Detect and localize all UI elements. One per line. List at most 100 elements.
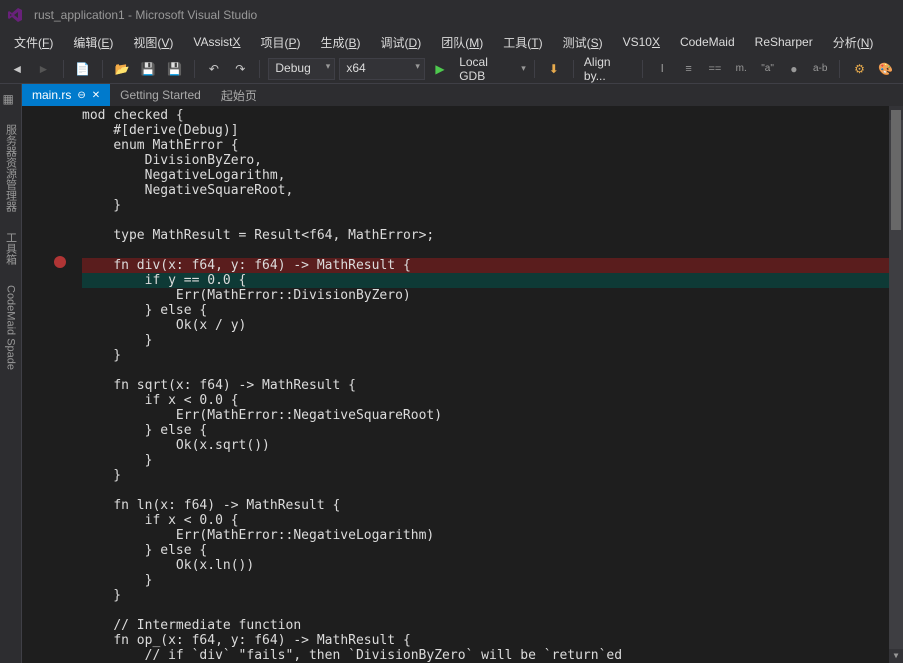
t3-icon[interactable]: == [704,57,726,81]
code-line[interactable]: fn sqrt(x: f64) -> MathResult { [82,378,903,393]
code-line[interactable]: if x < 0.0 { [82,393,903,408]
align-by-button[interactable]: Align by... [582,55,634,83]
code-line[interactable]: } [82,468,903,483]
menu-item-8[interactable]: 工具(T) [493,32,552,53]
t4-icon[interactable]: m. [730,57,752,81]
menu-item-10[interactable]: VS10X [613,33,670,51]
tab-1[interactable]: Getting Started [110,84,211,106]
code-line[interactable]: } [82,198,903,213]
code-line[interactable]: fn ln(x: f64) -> MathResult { [82,498,903,513]
nav-forward-button[interactable]: ► [32,57,54,81]
code-line[interactable]: DivisionByZero, [82,153,903,168]
code-line[interactable]: fn op_(x: f64, y: f64) -> MathResult { [82,633,903,648]
code-line[interactable]: if y == 0.0 { [82,273,903,288]
gutter[interactable] [22,106,72,663]
run-target-label[interactable]: Local GDB [455,55,517,83]
separator [63,60,64,78]
scroll-down-button[interactable]: ▼ [889,649,903,663]
t7-icon[interactable]: a-b [809,57,831,81]
tab-2[interactable]: 起始页 [211,84,267,106]
undo-button[interactable]: ↶ [203,57,225,81]
step-button[interactable]: ⬇ [543,57,565,81]
vertical-scrollbar[interactable]: ▲ ▼ [889,106,903,663]
code-line[interactable]: NegativeLogarithm, [82,168,903,183]
open-button[interactable]: 📂 [111,57,133,81]
t6-icon[interactable]: ● [783,57,805,81]
separator [839,60,840,78]
code-line[interactable]: } [82,588,903,603]
menu-item-13[interactable]: 分析(N) [823,32,884,53]
separator [573,60,574,78]
code-line[interactable]: } [82,573,903,588]
menu-item-5[interactable]: 生成(B) [311,32,371,53]
new-file-button[interactable]: 📄 [72,57,94,81]
code-line[interactable]: NegativeSquareRoot, [82,183,903,198]
menu-item-0[interactable]: 文件(F) [4,32,63,53]
t1-icon[interactable]: Ⅰ [651,57,673,81]
code-line[interactable]: // Intermediate function [82,618,903,633]
menu-item-3[interactable]: VAssistX [183,33,250,51]
code-line[interactable]: } [82,453,903,468]
separator [534,60,535,78]
settings-icon[interactable]: ⚙ [848,57,870,81]
code-line[interactable] [82,243,903,258]
code-editor[interactable]: mod checked { #[derive(Debug)] enum Math… [22,106,903,663]
menu-item-11[interactable]: CodeMaid [670,33,745,51]
close-icon[interactable]: ✕ [92,90,100,101]
config-dropdown[interactable]: Debug [268,58,335,80]
code-line[interactable]: Ok(x / y) [82,318,903,333]
menu-item-9[interactable]: 测试(S) [553,32,613,53]
code-line[interactable]: type MathResult = Result<f64, MathError>… [82,228,903,243]
dropdown-icon[interactable]: ▾ [521,63,526,74]
menu-item-2[interactable]: 视图(V) [123,32,183,53]
code-line[interactable]: enum MathError { [82,138,903,153]
code-line[interactable]: mod checked { [82,108,903,123]
document-tabs: main.rs⊖✕Getting Started起始页 [22,84,903,106]
code-line[interactable]: } [82,348,903,363]
platform-dropdown[interactable]: x64 [339,58,425,80]
side-tab-server-explorer[interactable]: 服务器资源管理器 [1,120,21,216]
code-line[interactable] [82,483,903,498]
vs-logo-icon [6,6,24,24]
code-line[interactable]: Ok(x.sqrt()) [82,438,903,453]
code-line[interactable]: Err(MathError::NegativeLogarithm) [82,528,903,543]
code-line[interactable] [82,213,903,228]
code-line[interactable]: Err(MathError::NegativeSquareRoot) [82,408,903,423]
save-button[interactable]: 💾 [137,57,159,81]
redo-button[interactable]: ↷ [229,57,251,81]
code-line[interactable] [82,603,903,618]
code-content[interactable]: mod checked { #[derive(Debug)] enum Math… [72,106,903,663]
code-line[interactable]: } else { [82,303,903,318]
side-panel: ▦ 服务器资源管理器 工具箱 CodeMaid Spade [0,84,22,663]
menu-item-1[interactable]: 编辑(E) [63,32,123,53]
code-line[interactable]: // if `div` "fails", then `DivisionByZer… [82,648,903,663]
pin-icon[interactable]: ⊖ [77,90,85,101]
tab-0[interactable]: main.rs⊖✕ [22,84,110,106]
code-line[interactable]: Ok(x.ln()) [82,558,903,573]
t2-icon[interactable]: ≡ [677,57,699,81]
menu-item-7[interactable]: 团队(M) [431,32,493,53]
breakpoint-icon[interactable] [54,256,66,268]
menu-item-4[interactable]: 项目(P) [251,32,311,53]
save-all-button[interactable]: 💾 [164,57,186,81]
code-line[interactable]: } [82,333,903,348]
server-explorer-icon[interactable]: ▦ [3,92,19,108]
run-button[interactable]: ▶ [429,57,451,81]
separator [102,60,103,78]
palette-icon[interactable]: 🎨 [875,57,897,81]
menu-item-12[interactable]: ReSharper [745,33,823,51]
t5-icon[interactable]: "a" [756,57,778,81]
side-tab-toolbox[interactable]: 工具箱 [1,228,21,269]
code-line[interactable]: if x < 0.0 { [82,513,903,528]
code-line[interactable] [82,363,903,378]
nav-back-button[interactable]: ◄ [6,57,28,81]
toolbar: ◄ ► 📄 📂 💾 💾 ↶ ↷ Debug x64 ▶ Local GDB ▾ … [0,54,903,84]
code-line[interactable]: } else { [82,543,903,558]
code-line[interactable]: fn div(x: f64, y: f64) -> MathResult { [82,258,903,273]
code-line[interactable]: Err(MathError::DivisionByZero) [82,288,903,303]
menu-item-6[interactable]: 调试(D) [371,32,432,53]
code-line[interactable]: #[derive(Debug)] [82,123,903,138]
scroll-thumb[interactable] [891,110,901,230]
side-tab-codemaid[interactable]: CodeMaid Spade [3,281,19,374]
code-line[interactable]: } else { [82,423,903,438]
